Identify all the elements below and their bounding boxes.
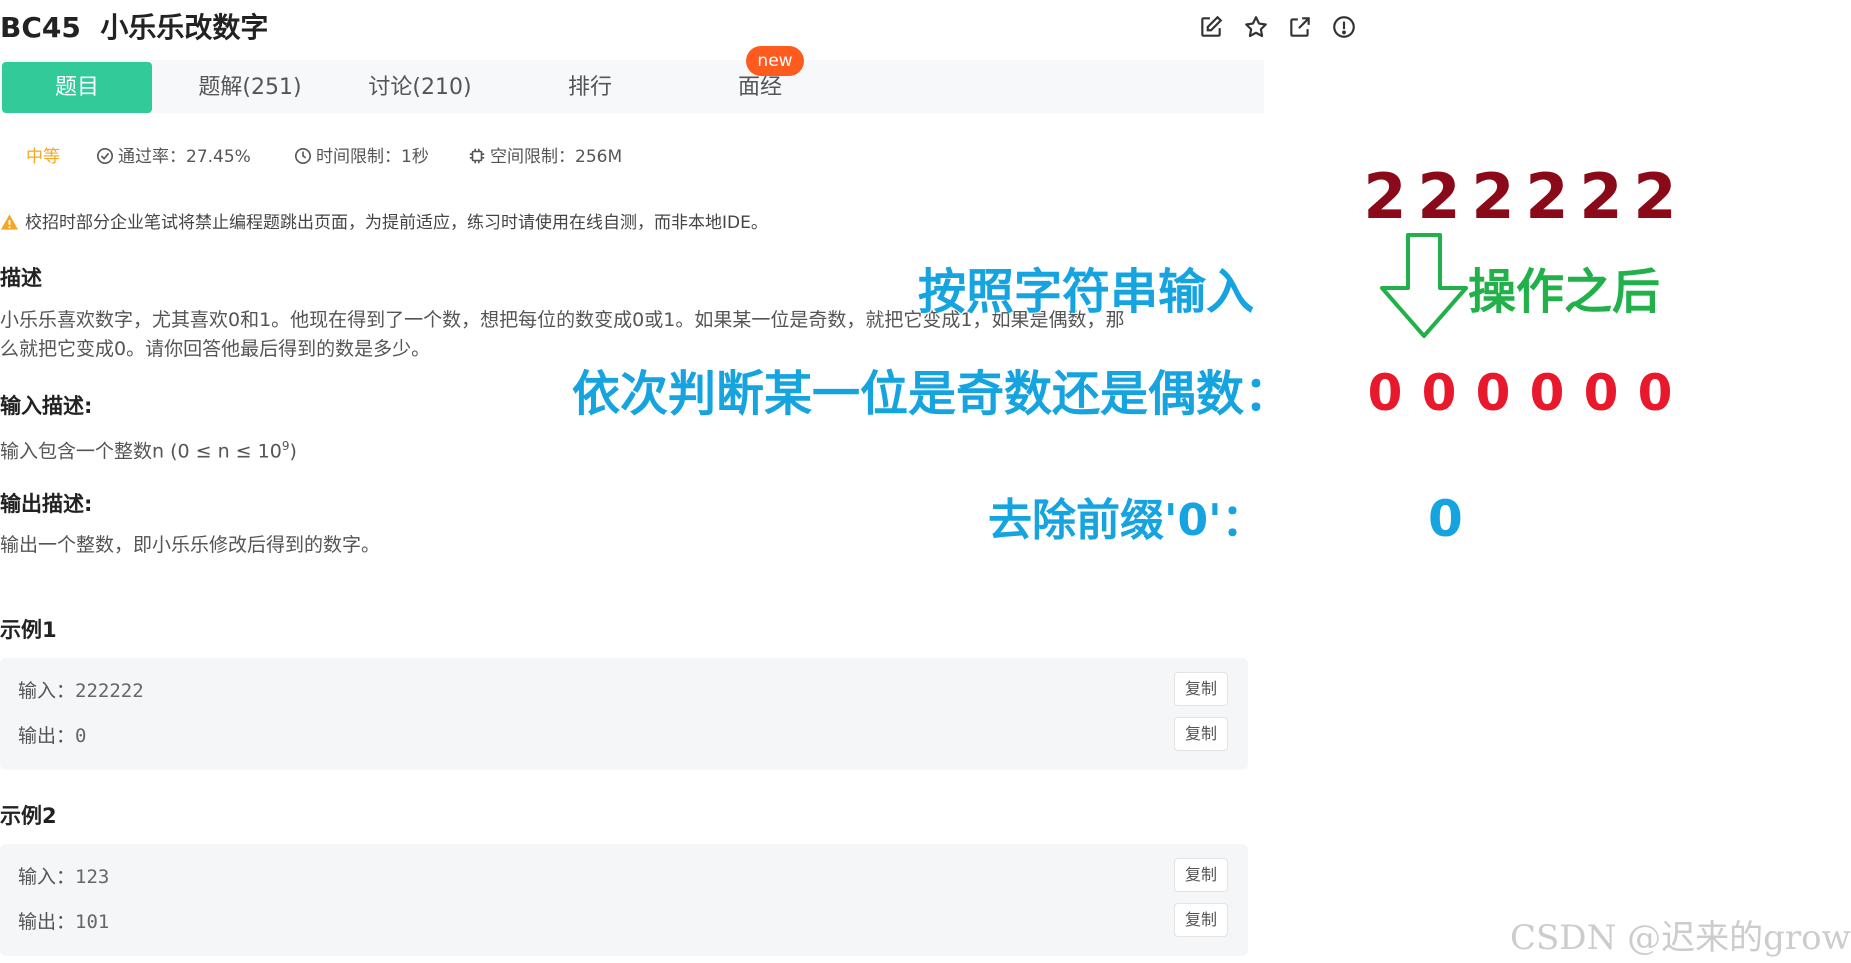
digit-input: 2 <box>1633 160 1677 233</box>
clock-icon <box>294 147 312 165</box>
digit-input: 2 <box>1579 160 1623 233</box>
down-arrow-icon <box>1380 233 1468 338</box>
digits-result-row: 000000 <box>1358 364 1682 422</box>
annotation-after-op: 操作之后 <box>1468 264 1661 320</box>
difficulty-badge: 中等 <box>26 147 60 167</box>
example-1-output-label: 输出： <box>18 725 76 747</box>
tab-problem[interactable]: 题目 <box>2 62 152 113</box>
digit-result: 0 <box>1367 364 1403 422</box>
input-desc-main: 输入包含一个整数n (0 ≤ n ≤ 10 <box>0 440 282 463</box>
space-limit-text: 空间限制：256M <box>490 147 623 167</box>
example-1-box <box>0 658 1248 770</box>
annotation-string-input: 按照字符串输入 <box>918 264 1255 320</box>
example-1-input-value: 222222 <box>75 680 144 702</box>
example-2-input-value: 123 <box>75 866 110 888</box>
share-icon[interactable] <box>1287 14 1313 40</box>
info-icon[interactable] <box>1331 14 1357 40</box>
watermark: CSDN @迟来的grown <box>1510 918 1851 958</box>
check-circle-icon <box>96 147 114 165</box>
digit-result: 0 <box>1421 364 1457 422</box>
new-badge: new <box>746 46 804 76</box>
digit-result: 0 <box>1529 364 1565 422</box>
example-2-heading: 示例2 <box>0 804 57 828</box>
example-2-input-label: 输入： <box>18 866 76 888</box>
time-limit: 时间限制：1秒 <box>294 142 429 167</box>
final-result-digit: 0 <box>1428 490 1463 548</box>
tab-discussion[interactable]: 讨论(210) <box>340 62 500 113</box>
pass-rate: 通过率：27.45% <box>96 142 251 167</box>
example-1-output: 输出：0 <box>18 721 86 748</box>
input-desc-heading: 输入描述: <box>0 394 93 418</box>
digit-input: 2 <box>1525 160 1569 233</box>
chip-icon <box>469 148 485 164</box>
time-limit-text: 时间限制：1秒 <box>316 147 429 167</box>
space-limit: 空间限制：256M <box>468 142 622 167</box>
example-2-input: 输入：123 <box>18 862 109 889</box>
copy-button[interactable]: 复制 <box>1174 717 1228 751</box>
digit-result: 0 <box>1475 364 1511 422</box>
annotation-judge-parity: 依次判断某一位是奇数还是偶数： <box>572 366 1293 422</box>
star-icon[interactable] <box>1243 14 1269 40</box>
example-2-output: 输出：101 <box>18 907 109 934</box>
example-1-input-label: 输入： <box>18 680 76 702</box>
pass-rate-text: 通过率：27.45% <box>118 147 251 167</box>
digit-input: 2 <box>1471 160 1515 233</box>
warning-notice: 校招时部分企业笔试将禁止编程题跳出页面，为提前适应，练习时请使用在线自测，而非本… <box>0 208 768 233</box>
copy-button[interactable]: 复制 <box>1174 903 1228 937</box>
example-2-output-label: 输出： <box>18 911 76 933</box>
tab-ranking[interactable]: 排行 <box>510 62 670 113</box>
digit-input: 2 <box>1363 160 1407 233</box>
tab-solutions[interactable]: 题解(251) <box>170 62 330 113</box>
example-1-heading: 示例1 <box>0 618 57 642</box>
digit-result: 0 <box>1637 364 1673 422</box>
description-line-2: 么就把它变成0。请你回答他最后得到的数是多少。 <box>0 338 431 360</box>
copy-button[interactable]: 复制 <box>1174 858 1228 892</box>
description-heading: 描述 <box>0 266 42 290</box>
digit-result: 0 <box>1583 364 1619 422</box>
output-desc-heading: 输出描述: <box>0 492 93 516</box>
example-1-output-value: 0 <box>75 725 87 747</box>
copy-button[interactable]: 复制 <box>1174 672 1228 706</box>
digit-input: 2 <box>1417 160 1461 233</box>
warning-icon <box>0 214 19 230</box>
output-desc-text: 输出一个整数，即小乐乐修改后得到的数字。 <box>0 534 381 556</box>
input-desc-end: ) <box>289 440 297 463</box>
annotation-strip-zeros: 去除前缀'0'： <box>988 495 1266 546</box>
input-desc-text: 输入包含一个整数n (0 ≤ n ≤ 109) <box>0 432 297 466</box>
warning-text: 校招时部分企业笔试将禁止编程题跳出页面，为提前适应，练习时请使用在线自测，而非本… <box>25 213 768 233</box>
example-1-input: 输入：222222 <box>18 676 144 703</box>
digits-input-row: 222222 <box>1358 160 1682 233</box>
page-title: BC45 小乐乐改数字 <box>0 11 269 44</box>
example-2-output-value: 101 <box>75 911 110 933</box>
edit-icon[interactable] <box>1198 14 1224 40</box>
example-2-box <box>0 844 1248 956</box>
